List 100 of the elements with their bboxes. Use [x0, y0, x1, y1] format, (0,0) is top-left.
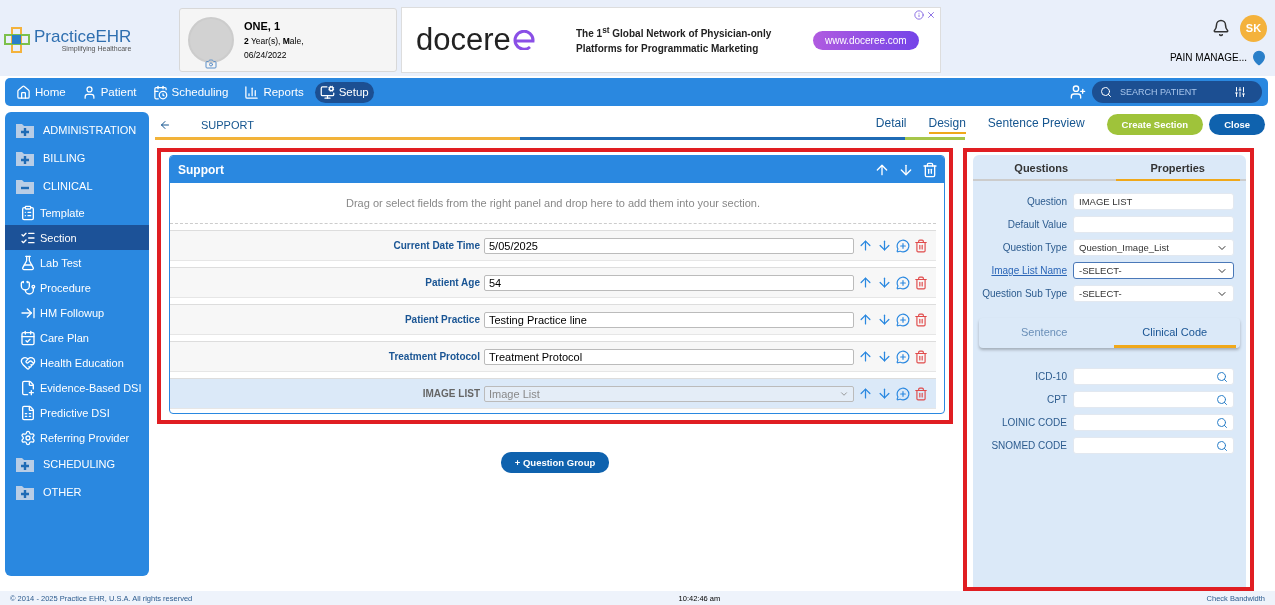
camera-icon[interactable]	[205, 58, 217, 70]
add-comment-icon[interactable]	[896, 386, 910, 401]
nav-item[interactable]: Reports	[239, 81, 309, 103]
map-pin-icon	[1251, 49, 1267, 66]
input-field[interactable]: Testing Practice line	[484, 311, 854, 328]
delete-icon[interactable]	[914, 312, 928, 327]
question-row[interactable]: Treatment Protocol Treatment Protocol	[170, 341, 936, 372]
input-field[interactable]: 54	[484, 274, 854, 291]
tab[interactable]: Sentence	[983, 318, 1106, 348]
brand-logo: docere	[416, 22, 511, 58]
move-down-icon[interactable]	[877, 312, 892, 327]
move-up-icon[interactable]	[858, 275, 873, 290]
move-up-icon[interactable]	[858, 349, 873, 364]
sidebar-item[interactable]: Care Plan	[5, 325, 149, 350]
sidebar-item[interactable]: Template	[5, 200, 149, 225]
sidebar-group[interactable]: CLINICAL	[5, 172, 149, 200]
search-field[interactable]	[1073, 437, 1234, 454]
calendar-icon	[152, 84, 168, 100]
close-button[interactable]: Close	[1209, 114, 1265, 135]
sidebar-item[interactable]: Health Education	[5, 350, 149, 375]
search-field[interactable]	[1073, 368, 1234, 385]
field-label: Question Sub Type	[981, 287, 1067, 301]
sidebar-group[interactable]: BILLING	[5, 144, 149, 172]
input-field[interactable]: IMAGE LIST	[1073, 193, 1234, 210]
move-up-icon[interactable]	[858, 312, 873, 327]
sidebar-group[interactable]: OTHER	[5, 478, 149, 506]
tab[interactable]: Questions	[979, 155, 1104, 181]
search-bar[interactable]: SEARCH PATIENT	[1092, 81, 1262, 103]
move-up-icon[interactable]	[858, 238, 873, 253]
add-comment-icon[interactable]	[896, 238, 910, 253]
tab[interactable]: Clinical Code	[1113, 318, 1236, 348]
field-link[interactable]: Image List Name	[979, 262, 1067, 278]
move-down-icon[interactable]	[877, 238, 892, 253]
add-comment-icon[interactable]	[896, 312, 910, 327]
file-plus-icon	[20, 379, 36, 396]
close-icon[interactable]	[926, 10, 936, 20]
sidebar-item[interactable]: Predictive DSI	[5, 400, 149, 425]
add-comment-icon[interactable]	[896, 275, 910, 290]
select-field[interactable]: Question_Image_List	[1073, 239, 1234, 256]
nav-item[interactable]: Scheduling	[147, 81, 234, 103]
move-up-icon[interactable]	[858, 386, 873, 401]
question-row[interactable]: IMAGE LIST Image List	[170, 378, 936, 409]
tab[interactable]: Design	[928, 115, 966, 134]
drop-hint: Drag or select fields from the right panel and drop here to add them into your section.	[170, 183, 936, 224]
delete-icon[interactable]	[914, 386, 928, 401]
clipboard-icon	[20, 204, 36, 221]
search-icon[interactable]	[1216, 393, 1228, 406]
input-field[interactable]	[1073, 216, 1234, 233]
delete-icon[interactable]	[922, 161, 938, 178]
input-field[interactable]: Treatment Protocol	[484, 348, 854, 365]
sliders-icon[interactable]	[1234, 86, 1246, 98]
sidebar-item[interactable]: Evidence-Based DSI	[5, 375, 149, 400]
input-field[interactable]: 5/05/2025	[484, 237, 854, 254]
nav-item[interactable]: Patient	[76, 81, 142, 103]
search-icon[interactable]	[1216, 370, 1228, 383]
move-down-icon[interactable]	[877, 349, 892, 364]
move-down-icon[interactable]	[877, 275, 892, 290]
search-field[interactable]	[1073, 414, 1234, 431]
tab[interactable]: Detail	[875, 115, 907, 134]
tab[interactable]: Properties	[1115, 155, 1240, 181]
select-field[interactable]: -SELECT-	[1073, 285, 1234, 302]
back-icon[interactable]	[159, 118, 171, 131]
field-label: Question Type	[1001, 241, 1067, 255]
search-icon[interactable]	[1216, 439, 1228, 452]
question-row[interactable]: Patient Age 54	[170, 267, 936, 298]
field-label: ICD-10	[1034, 370, 1067, 384]
location-name[interactable]: PAIN MANAGE...	[1169, 52, 1247, 63]
sidebar-item[interactable]: Referring Provider	[5, 425, 149, 450]
add-user-icon[interactable]	[1070, 84, 1086, 100]
select-field[interactable]: Image List	[484, 385, 854, 402]
question-label: IMAGE LIST	[421, 388, 480, 399]
delete-icon[interactable]	[914, 275, 928, 290]
delete-icon[interactable]	[914, 349, 928, 364]
sidebar-item[interactable]: Section	[5, 225, 149, 250]
select-field[interactable]: -SELECT-	[1073, 262, 1234, 279]
logo-text: PracticeEHR	[34, 28, 132, 45]
info-icon[interactable]	[914, 10, 924, 20]
bell-icon[interactable]	[1212, 19, 1230, 37]
document-icon	[20, 404, 36, 421]
nav-item[interactable]: Home	[11, 81, 71, 103]
question-row[interactable]: Current Date Time 5/05/2025	[170, 230, 936, 261]
sidebar-item[interactable]: Procedure	[5, 275, 149, 300]
nav-item[interactable]: Setup	[314, 81, 374, 103]
field-label: LOINIC CODE	[1001, 416, 1067, 430]
sidebar-group[interactable]: SCHEDULING	[5, 450, 149, 478]
tab[interactable]: Sentence Preview	[987, 115, 1085, 134]
search-icon[interactable]	[1216, 416, 1228, 429]
move-down-icon[interactable]	[877, 386, 892, 401]
gear-icon	[20, 429, 36, 446]
delete-icon[interactable]	[914, 238, 928, 253]
question-row[interactable]: Patient Practice Testing Practice line	[170, 304, 936, 335]
add-comment-icon[interactable]	[896, 349, 910, 364]
sidebar-item[interactable]: HM Followup	[5, 300, 149, 325]
ad-link[interactable]: www.doceree.com	[813, 30, 919, 50]
ad-text: The 1$^{st}$ Global Network of Physician-only Platforms for Programmatic Marketing	[576, 23, 773, 57]
add-question-group-button[interactable]: + Question Group	[500, 452, 610, 473]
sidebar-item[interactable]: Lab Test	[5, 250, 149, 275]
search-field[interactable]	[1073, 391, 1234, 408]
sidebar-group[interactable]: ADMINISTRATION	[5, 116, 149, 144]
search-field[interactable]: SEARCH PATIENT	[1118, 86, 1228, 98]
